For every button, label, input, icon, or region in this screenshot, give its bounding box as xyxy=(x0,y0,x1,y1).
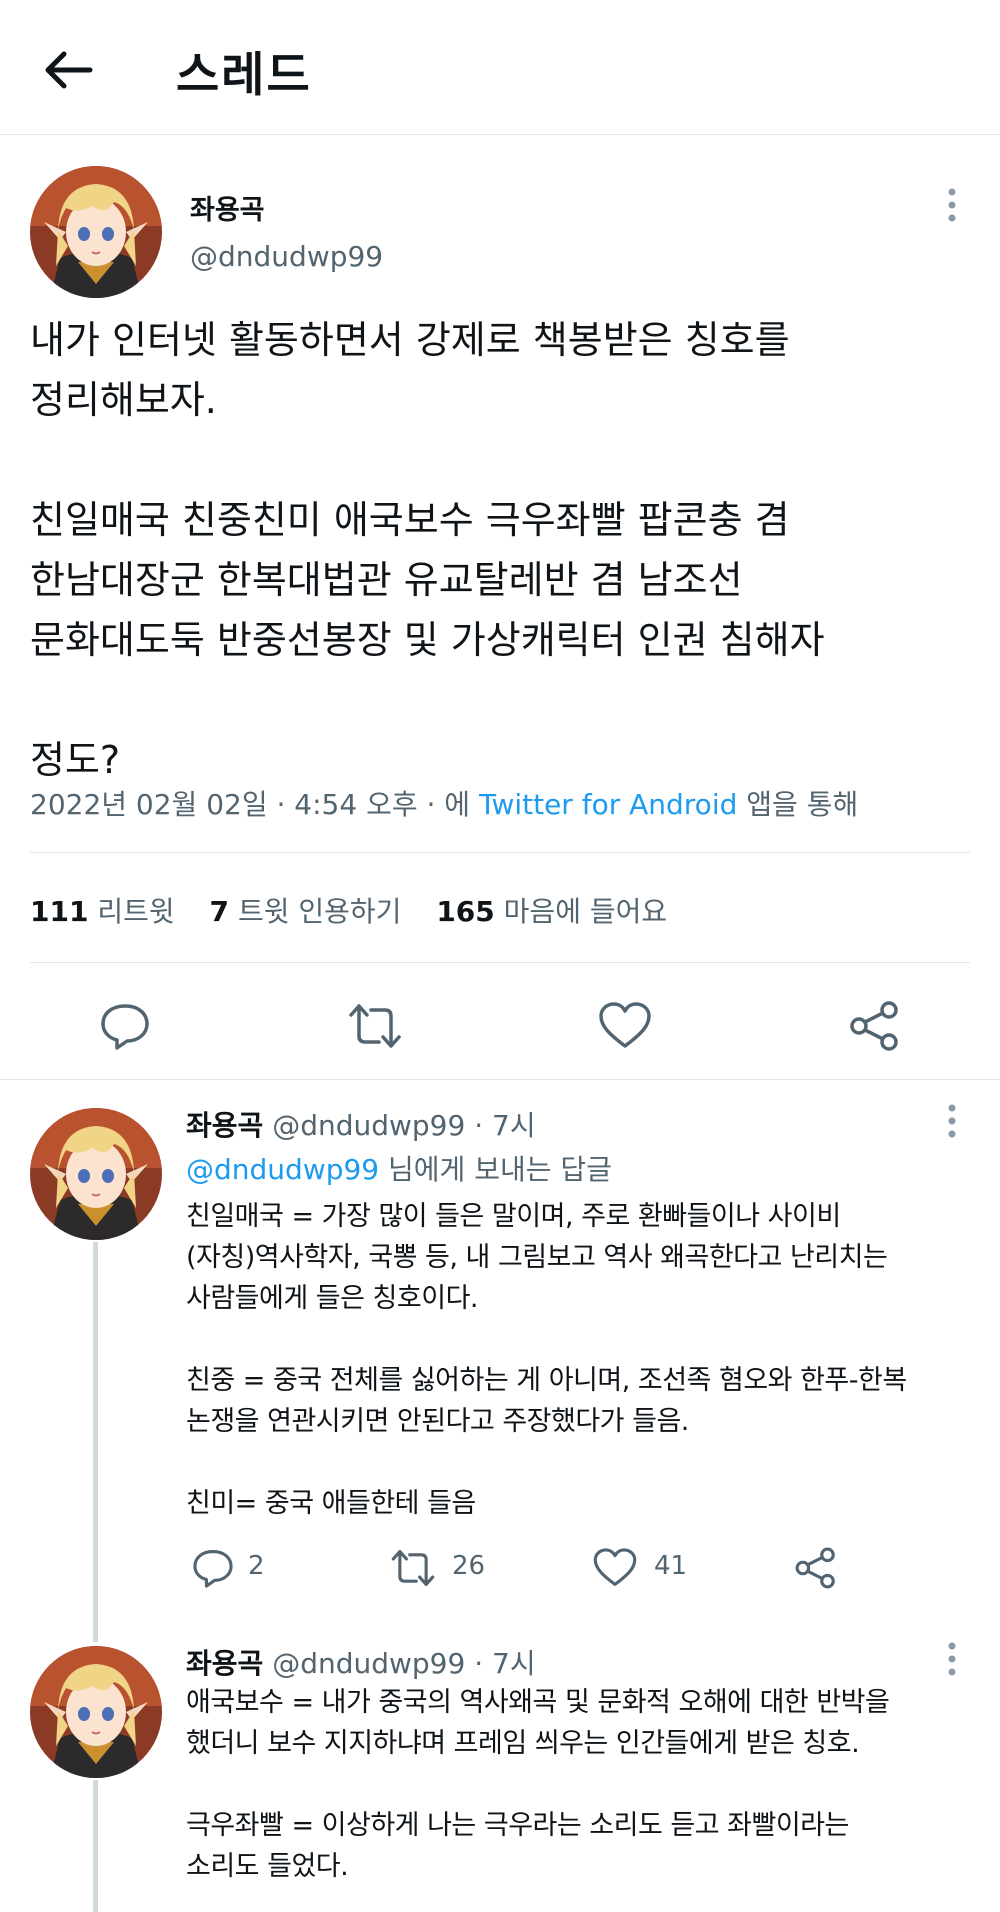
likes-label: 마음에 들어요 xyxy=(503,895,668,928)
more-vertical-icon[interactable] xyxy=(942,186,962,226)
share-icon[interactable] xyxy=(847,998,903,1054)
reply-time: · 7시 xyxy=(474,1647,536,1680)
quotes-stat[interactable]: 7 트윗 인용하기 xyxy=(210,895,428,928)
share-icon xyxy=(795,1547,835,1589)
reply-header: 좌용곡 @dndudwp99 · 7시 xyxy=(186,1104,536,1144)
reply-text: 친일매국 = 가장 많이 들은 말이며, 주로 환빠들이나 사이비 (자칭)역사… xyxy=(186,1201,907,1519)
reply-time: · 7시 xyxy=(474,1109,536,1142)
tweet-timestamp: 2022년 02월 02일 · 4:54 오후 · 에 Twitter for … xyxy=(30,783,858,823)
reply-comment-button[interactable]: 2 xyxy=(190,1545,290,1591)
thread-connector xyxy=(93,1242,98,1642)
avatar[interactable] xyxy=(30,166,162,298)
timestamp-text: 2022년 02월 02일 · 4:54 오후 · 에 xyxy=(30,788,479,821)
anime-elf-avatar-image xyxy=(30,166,162,298)
reply-author-name[interactable]: 좌용곡 xyxy=(186,1647,263,1680)
back-arrow-icon[interactable] xyxy=(40,42,96,98)
anime-elf-avatar-image xyxy=(30,1108,162,1240)
divider xyxy=(30,852,970,853)
reply-share-button[interactable] xyxy=(793,1545,843,1591)
more-vertical-icon[interactable] xyxy=(942,1102,962,1142)
reply-author-handle[interactable]: @dndudwp99 xyxy=(272,1109,465,1142)
page-title: 스레드 xyxy=(176,48,312,103)
reply-to-handle-link[interactable]: @dndudwp99 xyxy=(186,1153,379,1186)
retweets-label: 리트윗 xyxy=(97,895,175,928)
tweet-text: 내가 인터넷 활동하면서 강제로 책봉받은 칭호를 정리해보자. 친일매국 친중… xyxy=(30,318,825,782)
reply-like-button[interactable]: 41 xyxy=(592,1545,712,1591)
more-vertical-icon[interactable] xyxy=(942,1640,962,1680)
replying-to: @dndudwp99 님에게 보내는 답글 xyxy=(186,1148,612,1188)
reply-to-suffix: 님에게 보내는 답글 xyxy=(379,1153,612,1186)
author-name[interactable]: 좌용곡 xyxy=(190,188,265,227)
thread-connector xyxy=(93,1780,98,1912)
avatar[interactable] xyxy=(30,1646,162,1778)
app-header: 스레드 xyxy=(0,0,1000,135)
reply-like-count: 41 xyxy=(654,1551,688,1581)
source-app-link[interactable]: Twitter for Android xyxy=(479,788,737,821)
reply-retweet-count: 26 xyxy=(452,1551,486,1581)
reply-text: 애국보수 = 내가 중국의 역사왜곡 및 문화적 오해에 대한 반박을 했더니 … xyxy=(186,1687,890,1882)
tweet-action-bar xyxy=(0,990,1000,1080)
quotes-label: 트윗 인용하기 xyxy=(237,895,402,928)
source-suffix: 앱을 통해 xyxy=(737,788,859,821)
retweet-icon[interactable] xyxy=(347,998,403,1054)
quotes-count: 7 xyxy=(209,895,230,928)
tweet-stats: 111 리트윗 7 트윗 인용하기 165 마음에 들어요 xyxy=(30,890,693,930)
reply-author-handle[interactable]: @dndudwp99 xyxy=(272,1647,465,1680)
heart-icon[interactable] xyxy=(597,998,653,1054)
likes-stat[interactable]: 165 마음에 들어요 xyxy=(436,895,693,928)
anime-elf-avatar-image xyxy=(30,1646,162,1778)
reply-header: 좌용곡 @dndudwp99 · 7시 xyxy=(186,1642,536,1682)
reply-retweet-button[interactable]: 26 xyxy=(390,1545,510,1591)
retweet-icon xyxy=(391,1550,435,1586)
avatar[interactable] xyxy=(30,1108,162,1240)
divider xyxy=(30,962,970,963)
comment-icon[interactable] xyxy=(97,998,153,1054)
reply-comment-count: 2 xyxy=(248,1551,265,1581)
comment-icon xyxy=(193,1550,233,1588)
likes-count: 165 xyxy=(436,895,495,928)
author-handle[interactable]: @dndudwp99 xyxy=(190,240,383,273)
heart-icon xyxy=(593,1548,637,1586)
retweets-count: 111 xyxy=(30,895,89,928)
reply-author-name[interactable]: 좌용곡 xyxy=(186,1109,263,1142)
retweets-stat[interactable]: 111 리트윗 xyxy=(30,895,201,928)
